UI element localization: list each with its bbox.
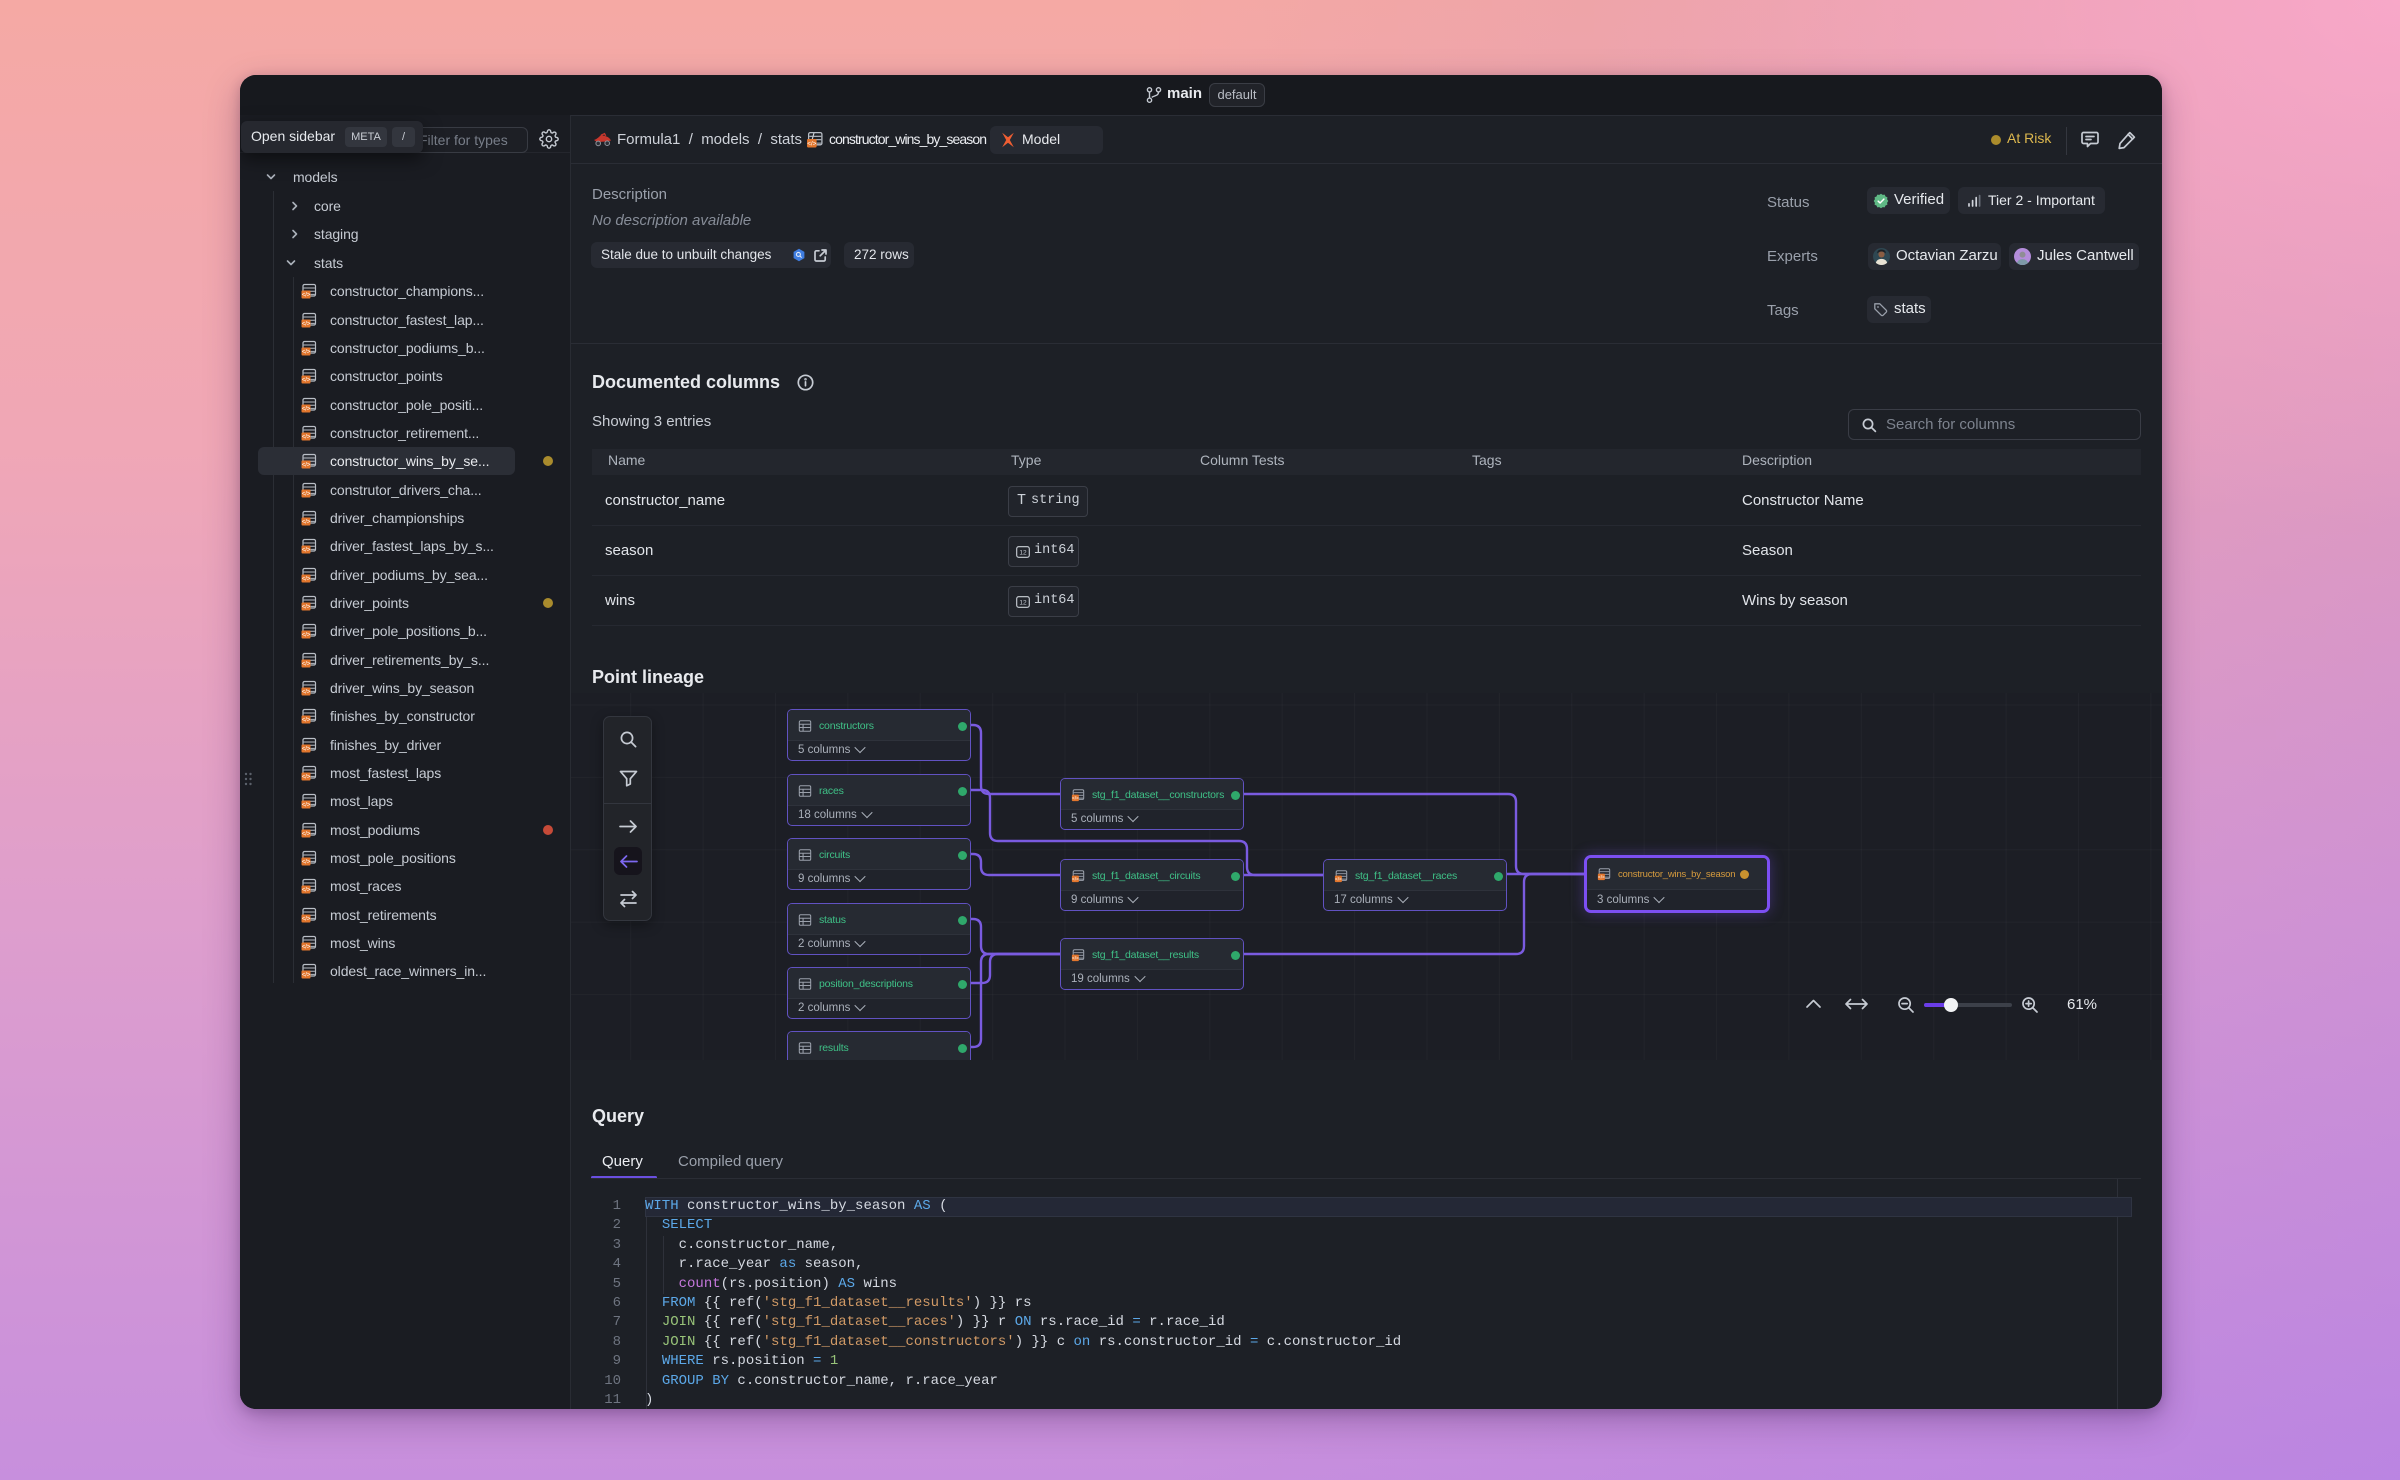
svg-text:12: 12 — [1019, 550, 1027, 557]
svg-text:12: 12 — [1019, 600, 1027, 607]
svg-text:</>: </> — [302, 944, 311, 950]
svg-text:</>: </> — [302, 888, 311, 894]
svg-text:</>: </> — [302, 519, 311, 525]
svg-text:</>: </> — [302, 350, 311, 356]
svg-text:</>: </> — [302, 633, 311, 639]
svg-text:</>: </> — [302, 463, 311, 469]
svg-text:</>: </> — [302, 916, 311, 922]
svg-text:</>: </> — [302, 831, 311, 837]
svg-text:</>: </> — [1072, 796, 1079, 802]
svg-text:</>: </> — [1072, 877, 1079, 883]
svg-text:</>: </> — [302, 774, 311, 780]
svg-text:</>: </> — [302, 746, 311, 752]
svg-text:</>: </> — [302, 293, 311, 299]
svg-text:</>: </> — [807, 140, 816, 147]
svg-text:</>: </> — [302, 973, 311, 979]
svg-text:</>: </> — [302, 491, 311, 497]
svg-text:</>: </> — [302, 321, 311, 327]
svg-text:</>: </> — [302, 434, 311, 440]
svg-text:</>: </> — [302, 803, 311, 809]
svg-text:</>: </> — [302, 548, 311, 554]
svg-text:</>: </> — [302, 859, 311, 865]
svg-text:</>: </> — [302, 661, 311, 667]
svg-text:</>: </> — [302, 604, 311, 610]
svg-text:</>: </> — [302, 378, 311, 384]
svg-text:</>: </> — [302, 718, 311, 724]
svg-text:</>: </> — [1335, 877, 1342, 883]
svg-text:</>: </> — [1598, 875, 1605, 881]
svg-text:</>: </> — [1072, 956, 1079, 962]
svg-text:</>: </> — [302, 576, 311, 582]
svg-text:</>: </> — [302, 689, 311, 695]
svg-text:</>: </> — [302, 406, 311, 412]
